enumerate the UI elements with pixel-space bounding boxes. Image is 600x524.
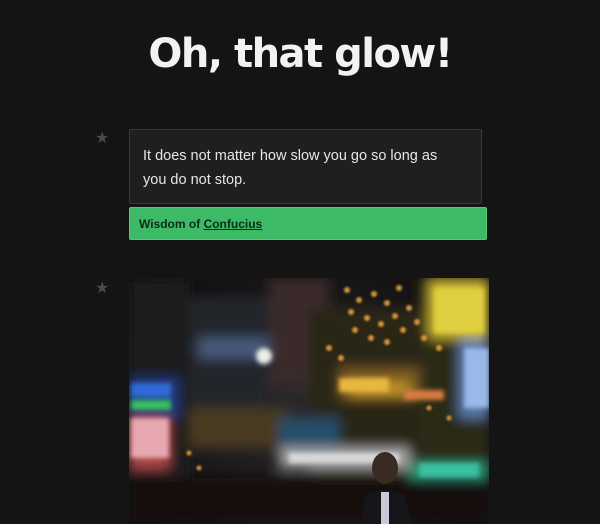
star-icon[interactable]: ★	[95, 130, 109, 146]
quote-text: It does not matter how slow you go so lo…	[143, 148, 438, 188]
photo-post-image[interactable]	[129, 278, 489, 524]
attribution-link[interactable]: Confucius	[204, 217, 263, 231]
quote-post: It does not matter how slow you go so lo…	[129, 129, 482, 204]
star-icon[interactable]: ★	[95, 280, 109, 296]
page-title: Oh, that glow!	[148, 31, 453, 77]
attribution-prefix: Wisdom of	[139, 217, 204, 231]
quote-attribution: Wisdom of Confucius	[129, 207, 487, 240]
city-night-photo	[129, 278, 489, 524]
page: Oh, that glow! ★ It does not matter how …	[0, 0, 600, 524]
